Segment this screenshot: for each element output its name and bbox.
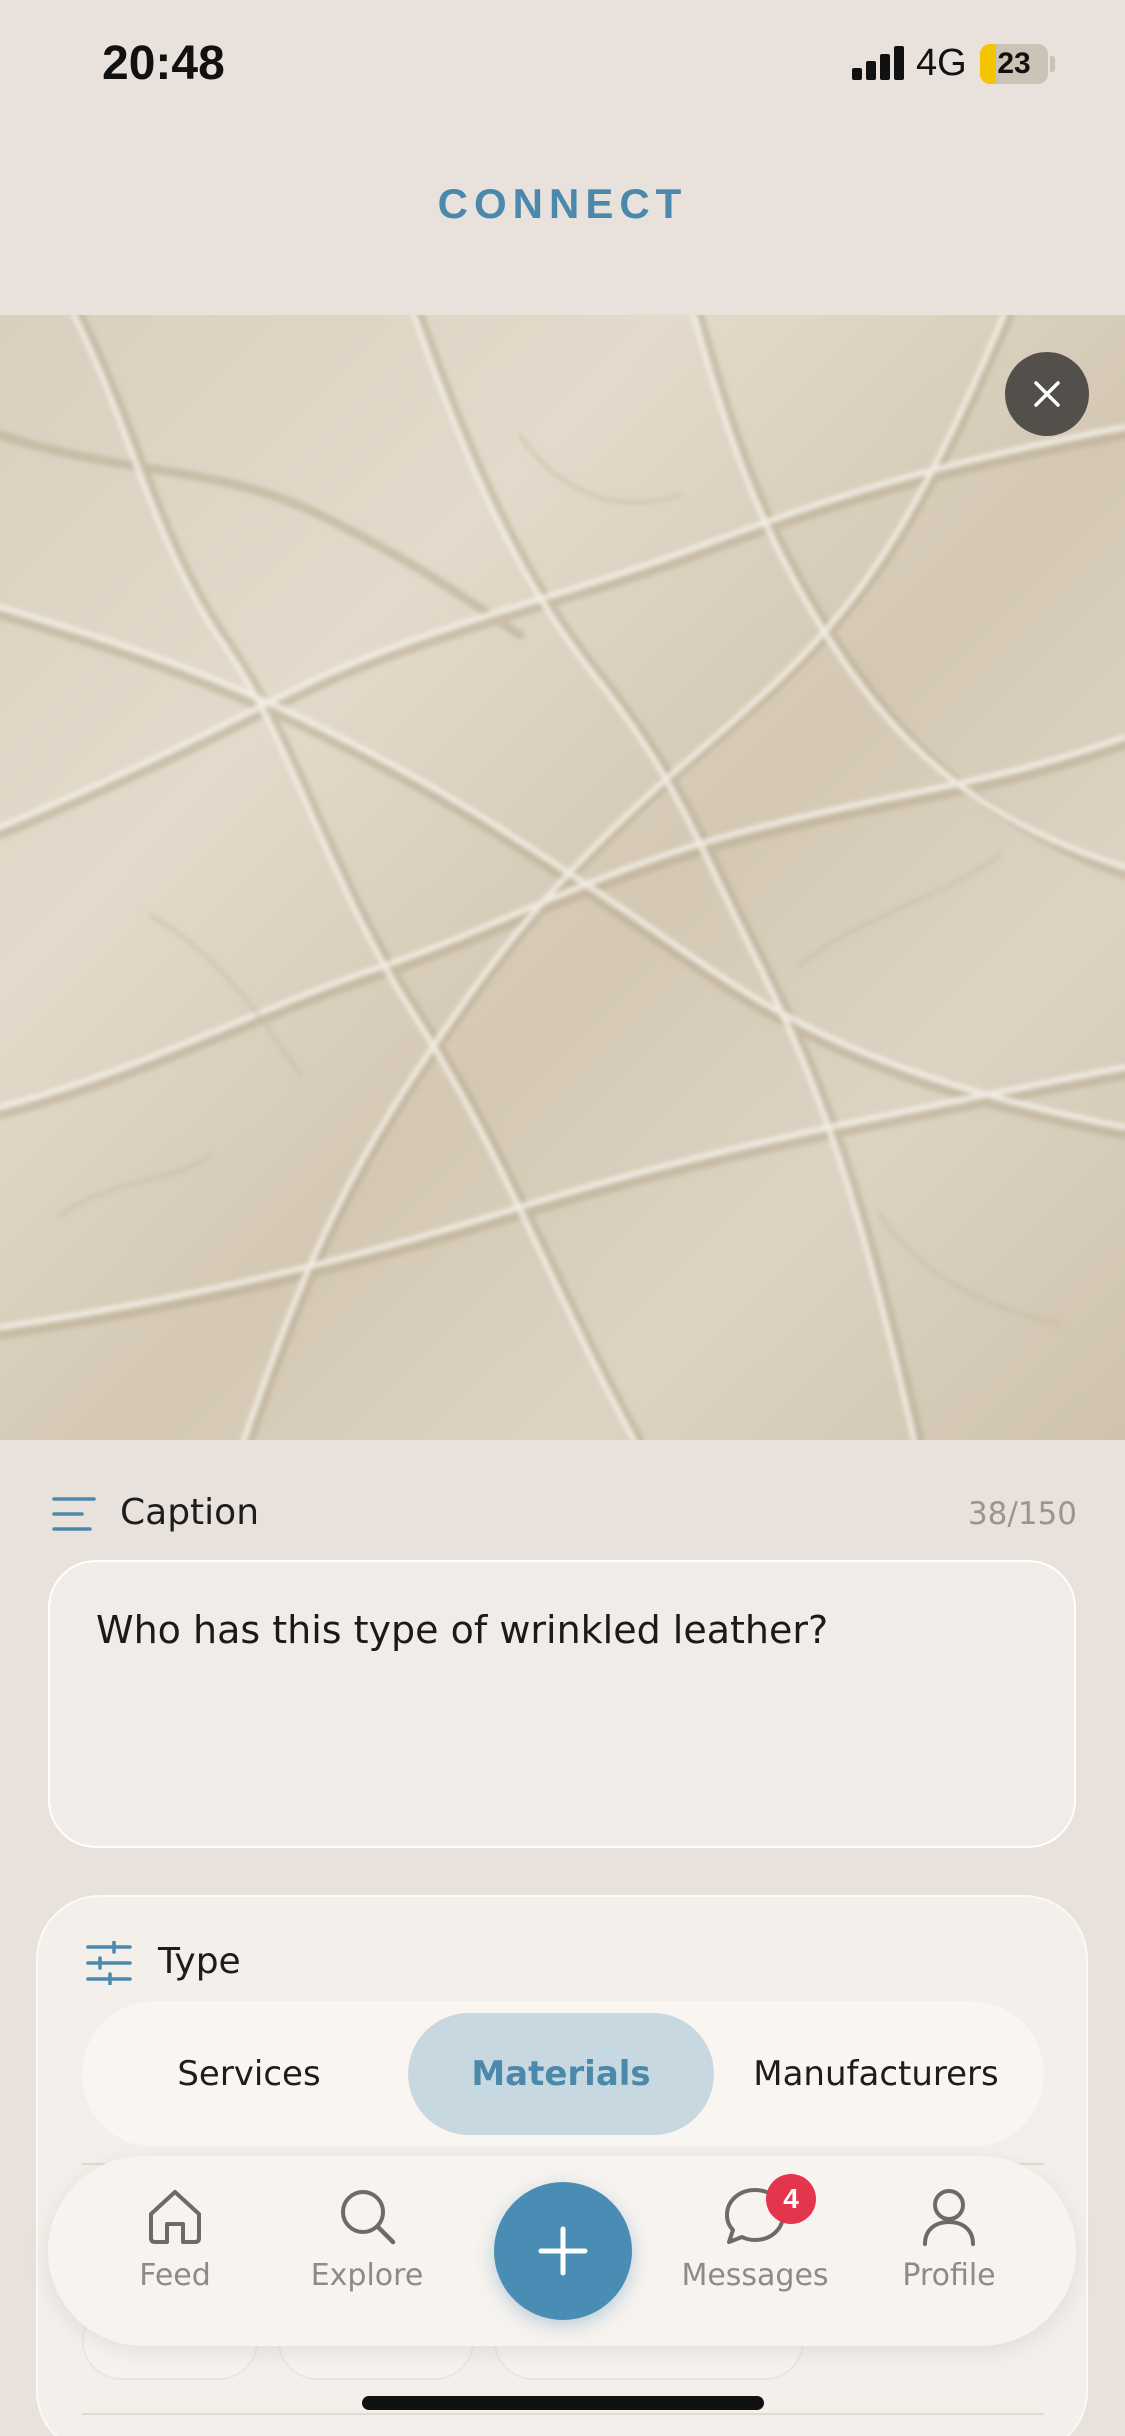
- nav-profile[interactable]: Profile: [874, 2186, 1024, 2326]
- home-indicator: [362, 2396, 764, 2410]
- nav-profile-label: Profile: [902, 2258, 996, 2293]
- nav-feed[interactable]: Feed: [100, 2186, 250, 2326]
- nav-explore-label: Explore: [310, 2258, 424, 2293]
- nav-messages-label: Messages: [681, 2258, 829, 2293]
- type-option-materials[interactable]: Materials: [408, 2013, 714, 2135]
- home-icon: [149, 2190, 201, 2244]
- bottom-navigation: Feed Explore Messages 4 Profile: [48, 2156, 1076, 2346]
- caption-character-count: 38/150: [967, 1496, 1077, 1532]
- search-icon: [341, 2190, 396, 2245]
- leather-texture: [0, 315, 1125, 1440]
- sliders-icon: [86, 1941, 132, 1985]
- type-option-manufacturers[interactable]: Manufacturers: [718, 2013, 1034, 2135]
- battery-level: 23: [997, 47, 1031, 80]
- messages-unread-badge: 4: [766, 2174, 816, 2224]
- create-post-button[interactable]: [494, 2182, 632, 2320]
- nav-feed-label: Feed: [139, 2258, 211, 2293]
- panel-divider: [82, 2413, 1044, 2415]
- status-bar: 20:48 4G 23: [0, 0, 1125, 130]
- caption-header: Caption 38/150: [52, 1490, 1077, 1540]
- caption-label: Caption: [120, 1492, 260, 1533]
- close-icon: [1034, 381, 1060, 407]
- plus-icon: [538, 2226, 588, 2276]
- remove-photo-button[interactable]: [1005, 352, 1089, 436]
- caption-input[interactable]: Who has this type of wrinkled leather?: [48, 1560, 1076, 1848]
- caption-input-value: Who has this type of wrinkled leather?: [96, 1608, 829, 1652]
- battery-cap: [1050, 56, 1055, 72]
- text-lines-icon: [52, 1497, 96, 1531]
- user-icon: [923, 2189, 975, 2246]
- type-option-services[interactable]: Services: [94, 2013, 404, 2135]
- nav-explore[interactable]: Explore: [292, 2186, 442, 2326]
- type-segmented-control: Services Materials Manufacturers: [82, 2001, 1044, 2147]
- battery-icon: 23: [980, 44, 1048, 84]
- signal-icon: [852, 46, 904, 80]
- status-time: 20:48: [102, 37, 225, 90]
- network-type: 4G: [916, 42, 967, 84]
- app-title: CONNECT: [437, 180, 688, 227]
- post-photo: [0, 315, 1125, 1440]
- type-label: Type: [158, 1941, 241, 1982]
